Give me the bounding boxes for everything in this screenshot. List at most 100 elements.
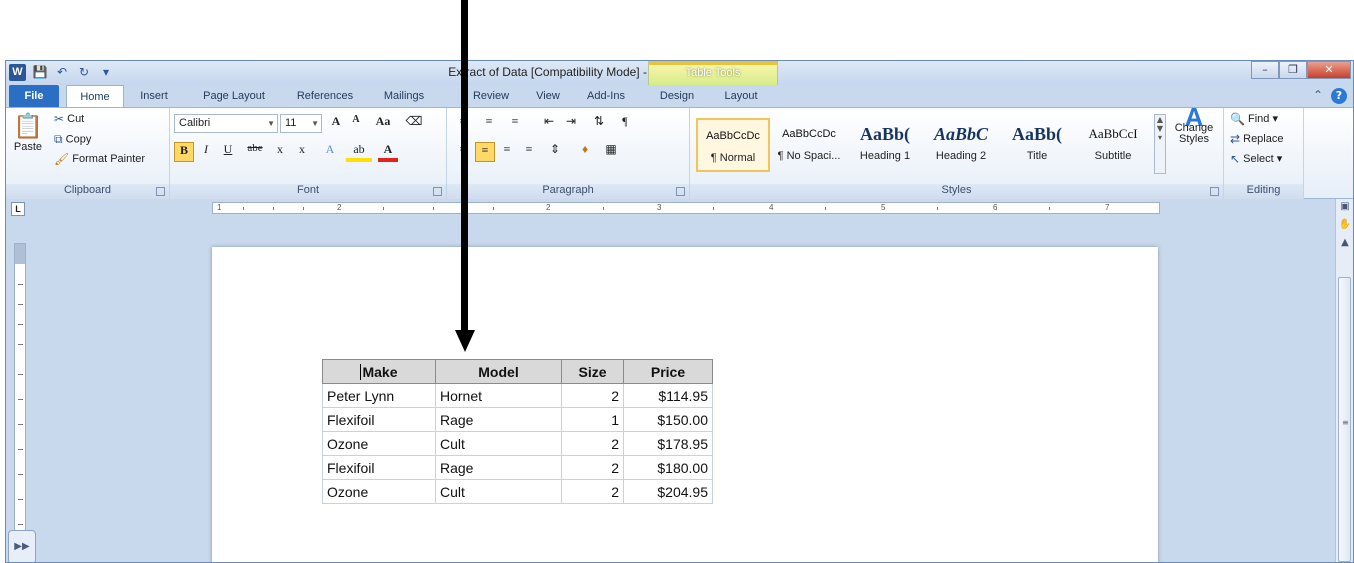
styles-scroll[interactable]: ▲ ▼ ▾ <box>1154 114 1166 174</box>
header-size[interactable]: Size <box>561 359 624 384</box>
document-page[interactable]: Make Model Size Price Peter Lynn Hornet … <box>212 247 1158 562</box>
shading-icon[interactable]: ♦ <box>575 142 595 162</box>
tab-insert[interactable]: Insert <box>130 85 178 107</box>
expand-icon[interactable]: ▶▶ <box>8 530 36 562</box>
paste-button[interactable]: 📋 Paste <box>10 112 46 153</box>
tab-view[interactable]: View <box>528 85 568 107</box>
cell-model[interactable]: Cult <box>435 479 562 504</box>
cell-make[interactable]: Flexifoil <box>322 407 436 432</box>
tab-layout[interactable]: Layout <box>716 85 766 107</box>
grip-icon: ≡ <box>1342 418 1349 427</box>
text-effects-icon[interactable]: A <box>320 142 340 162</box>
cell-model[interactable]: Rage <box>435 407 562 432</box>
styles-launcher-icon[interactable] <box>1210 187 1219 196</box>
scroll-up-icon[interactable]: ▲ <box>1337 237 1353 253</box>
clipboard-launcher-icon[interactable] <box>156 187 165 196</box>
pan-hand-icon[interactable]: ✋ <box>1337 219 1353 235</box>
copy-button[interactable]: ⧉ Copy <box>54 132 91 147</box>
line-spacing-icon[interactable]: ⇕ <box>545 142 565 162</box>
justify-icon[interactable]: ≡ <box>519 142 539 162</box>
tab-mailings[interactable]: Mailings <box>374 85 434 107</box>
borders-icon[interactable]: ▦ <box>601 142 621 162</box>
cell-size[interactable]: 2 <box>561 455 624 480</box>
tab-design[interactable]: Design <box>652 85 702 107</box>
cell-price[interactable]: $150.00 <box>623 407 713 432</box>
font-size-combo[interactable]: 11 ▼ <box>280 114 322 133</box>
numbering-icon[interactable]: ≡ <box>479 114 499 134</box>
close-button[interactable]: ✕ <box>1307 61 1351 79</box>
tab-add-ins[interactable]: Add-Ins <box>578 85 634 107</box>
strikethrough-button[interactable]: abe <box>242 142 268 162</box>
decrease-indent-icon[interactable]: ⇤ <box>539 114 559 134</box>
header-make[interactable]: Make <box>322 359 436 384</box>
tab-selector[interactable]: L <box>11 202 25 216</box>
align-center-icon[interactable]: ≡ <box>475 142 495 162</box>
cell-model[interactable]: Hornet <box>435 383 562 408</box>
help-icon[interactable]: ? <box>1331 88 1347 104</box>
tab-home[interactable]: Home <box>66 85 124 107</box>
style-no-spacing[interactable]: AaBbCcDc ¶ No Spaci... <box>772 118 846 172</box>
cell-price[interactable]: $114.95 <box>623 383 713 408</box>
clear-formatting-icon[interactable]: ⌫ <box>404 114 424 134</box>
select-button[interactable]: ↖ Select ▾ <box>1230 152 1282 166</box>
cell-size[interactable]: 2 <box>561 431 624 456</box>
style-heading-1[interactable]: AaBb( Heading 1 <box>848 118 922 172</box>
font-launcher-icon[interactable] <box>433 187 442 196</box>
cell-size[interactable]: 2 <box>561 383 624 408</box>
change-styles-button[interactable]: A Change Styles <box>1172 104 1216 145</box>
superscript-button[interactable]: x <box>292 142 312 162</box>
grow-font-button[interactable]: A <box>326 114 346 134</box>
cell-model[interactable]: Rage <box>435 455 562 480</box>
change-case-button[interactable]: Aa <box>370 114 396 134</box>
paragraph-launcher-icon[interactable] <box>676 187 685 196</box>
format-painter-label: Format Painter <box>72 152 146 165</box>
cell-price[interactable]: $180.00 <box>623 455 713 480</box>
data-table[interactable]: Make Model Size Price Peter Lynn Hornet … <box>322 359 713 504</box>
align-right-icon[interactable]: ≡ <box>497 142 517 162</box>
style-title[interactable]: AaBb( Title <box>1000 118 1074 172</box>
cut-button[interactable]: ✂ Cut <box>54 112 84 126</box>
cell-size[interactable]: 1 <box>561 407 624 432</box>
minimize-ribbon-icon[interactable]: ⌃ <box>1311 88 1325 104</box>
shrink-font-button[interactable]: A <box>346 114 366 134</box>
show-formatting-icon[interactable]: ¶ <box>615 114 635 134</box>
cell-model[interactable]: Cult <box>435 431 562 456</box>
increase-indent-icon[interactable]: ⇥ <box>561 114 581 134</box>
tab-page-layout[interactable]: Page Layout <box>194 85 274 107</box>
underline-button[interactable]: U <box>218 142 238 162</box>
cell-price[interactable]: $178.95 <box>623 431 713 456</box>
style-subtitle[interactable]: AaBbCcI Subtitle <box>1076 118 1150 172</box>
font-color-button[interactable]: A <box>378 142 398 162</box>
italic-button[interactable]: I <box>196 142 216 162</box>
cell-make[interactable]: Ozone <box>322 431 436 456</box>
replace-button[interactable]: ⇄ Replace <box>1230 132 1283 146</box>
highlight-button[interactable]: ab <box>346 142 372 162</box>
view-ruler-icon[interactable]: ▣ <box>1337 201 1353 217</box>
vertical-scrollbar[interactable]: ▣ ✋ ▲ ≡ <box>1335 199 1353 562</box>
tab-file[interactable]: File <box>9 85 59 107</box>
cell-make[interactable]: Peter Lynn <box>322 383 436 408</box>
header-model[interactable]: Model <box>435 359 562 384</box>
vertical-ruler[interactable] <box>14 243 26 543</box>
find-button[interactable]: 🔍 Find ▾ <box>1230 112 1278 126</box>
bold-button[interactable]: B <box>174 142 194 162</box>
cell-make[interactable]: Ozone <box>322 479 436 504</box>
restore-button[interactable]: ❐ <box>1279 61 1307 79</box>
sort-icon[interactable]: ⇅ <box>589 114 609 134</box>
style-normal[interactable]: AaBbCcDc ¶ Normal <box>696 118 770 172</box>
ruler-tick <box>433 207 434 210</box>
scrollbar-thumb[interactable]: ≡ <box>1338 277 1351 562</box>
horizontal-ruler[interactable]: 1 2 2 3 4 5 6 7 <box>212 202 1160 214</box>
format-painter-button[interactable]: 🖌 Format Painter <box>54 152 145 166</box>
cell-price[interactable]: $204.95 <box>623 479 713 504</box>
cell-size[interactable]: 2 <box>561 479 624 504</box>
font-name-combo[interactable]: Calibri ▼ <box>174 114 278 133</box>
cell-make[interactable]: Flexifoil <box>322 455 436 480</box>
header-price[interactable]: Price <box>623 359 713 384</box>
subscript-button[interactable]: x <box>270 142 290 162</box>
tab-references[interactable]: References <box>286 85 364 107</box>
style-heading-2[interactable]: AaBbC Heading 2 <box>924 118 998 172</box>
multilevel-list-icon[interactable]: ≡ <box>505 114 525 134</box>
minimize-button[interactable]: – <box>1251 61 1279 79</box>
tab-review[interactable]: Review <box>466 85 516 107</box>
